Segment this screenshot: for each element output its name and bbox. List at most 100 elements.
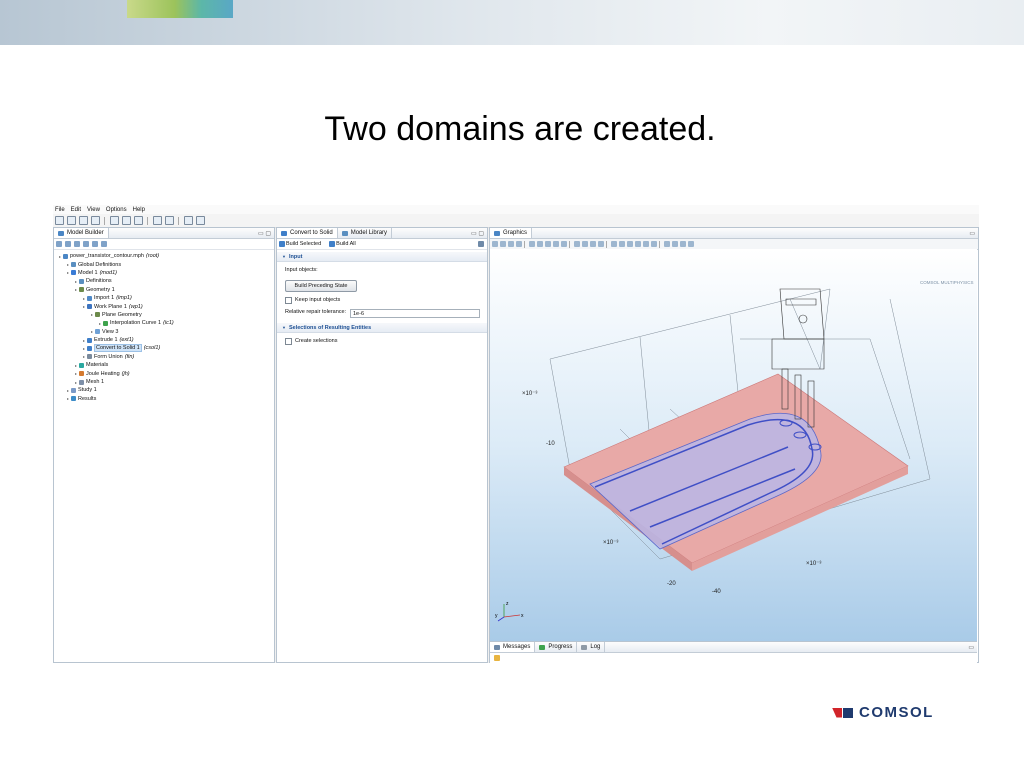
layout-icon[interactable] xyxy=(196,216,205,225)
zoom-selected-icon[interactable] xyxy=(553,241,559,247)
open-file-icon[interactable] xyxy=(67,216,76,225)
camera-icon[interactable] xyxy=(688,241,694,247)
tree-node[interactable]: ▸ Geometry 1 xyxy=(54,286,274,294)
tree-node-icon xyxy=(71,262,76,268)
tree-node[interactable]: ▸ Global Definitions xyxy=(54,260,274,268)
panel-min-max-controls[interactable]: ▭ ▢ xyxy=(258,230,271,237)
tolerance-input[interactable]: 1e-6 xyxy=(350,309,480,318)
wireframe-icon[interactable] xyxy=(619,241,625,247)
rotate-icon[interactable] xyxy=(508,241,514,247)
build-all-icon[interactable] xyxy=(329,241,336,247)
new-file-icon[interactable] xyxy=(55,216,64,225)
tree-node[interactable]: ▸ Joule Heating (jh) xyxy=(54,369,274,377)
axis-icon[interactable] xyxy=(651,241,657,247)
zoom-in-icon[interactable] xyxy=(529,241,535,247)
build-all-button[interactable]: Build All xyxy=(336,241,356,247)
tree-node[interactable]: ▸ Study 1 xyxy=(54,386,274,394)
tree-node-icon xyxy=(79,278,84,284)
tree-node[interactable]: ▸ Model 1 (mod1) xyxy=(54,269,274,277)
render-icon[interactable] xyxy=(635,241,641,247)
pan-icon[interactable] xyxy=(500,241,506,247)
tab-model-builder[interactable]: Model Builder xyxy=(54,228,109,238)
settings-view-icon[interactable] xyxy=(478,241,484,247)
tree-node-label: Extrude 1 xyxy=(94,337,118,344)
tree-node-icon xyxy=(87,345,92,351)
view-axis-icon[interactable] xyxy=(574,241,580,247)
redo-icon[interactable] xyxy=(122,216,131,225)
tree-node[interactable]: ▸ Results xyxy=(54,395,274,403)
tree-node[interactable]: ▸ Materials xyxy=(54,361,274,369)
settings-toolbar: Build Selected Build All xyxy=(277,239,487,250)
comsol-application-window: File Edit View Options Help Model Builde… xyxy=(53,205,979,663)
show-icon[interactable] xyxy=(74,241,80,247)
zoom-out-icon[interactable] xyxy=(537,241,543,247)
pin-icon[interactable] xyxy=(184,216,193,225)
expand-icon[interactable] xyxy=(92,241,98,247)
zoom-extents-icon[interactable] xyxy=(561,241,567,247)
image-snapshot-icon[interactable] xyxy=(680,241,686,247)
view-yz-icon[interactable] xyxy=(590,241,596,247)
box-select-icon[interactable] xyxy=(516,241,522,247)
build-preceding-state-button[interactable]: Build Preceding State xyxy=(285,280,357,292)
create-selections-checkbox[interactable] xyxy=(285,337,292,345)
tree-node[interactable]: ▸ View 3 xyxy=(54,328,274,336)
build-selected-button[interactable]: Build Selected xyxy=(286,241,321,247)
clear-selection-icon[interactable] xyxy=(672,241,678,247)
toolbar-separator xyxy=(569,240,570,248)
section-input[interactable]: ▼ Input xyxy=(277,252,487,262)
comsol-watermark: COMSOL MULTIPHYSICS xyxy=(920,280,974,285)
tree-node-label: Model 1 xyxy=(78,269,98,276)
select-icon[interactable] xyxy=(492,241,498,247)
panel-min-max-controls[interactable]: ▭ ▢ xyxy=(471,230,484,237)
tree-node[interactable]: ▸ Interpolation Curve 1 (ic1) xyxy=(54,319,274,327)
copy-icon[interactable] xyxy=(134,216,143,225)
menu-help[interactable]: Help xyxy=(133,207,145,213)
tab-model-library[interactable]: Model Library xyxy=(338,228,393,238)
keep-input-checkbox[interactable] xyxy=(285,296,292,304)
tree-node[interactable]: ▸ Mesh 1 xyxy=(54,378,274,386)
tree-node[interactable]: ▸ Work Plane 1 (wp1) xyxy=(54,302,274,310)
tab-graphics[interactable]: Graphics xyxy=(490,228,533,238)
tree-node[interactable]: ▸ power_transistor_contour.mph (root) xyxy=(54,252,274,260)
save-icon[interactable] xyxy=(79,216,88,225)
scene-light-icon[interactable] xyxy=(627,241,633,247)
clear-messages-icon[interactable] xyxy=(494,655,500,661)
menu-file[interactable]: File xyxy=(55,207,65,213)
panel-min-max-controls[interactable]: ▭ xyxy=(968,644,974,651)
transparency-icon[interactable] xyxy=(611,241,617,247)
tree-node[interactable]: ▸ Form Union (fin) xyxy=(54,353,274,361)
toolbar-separator xyxy=(659,240,660,248)
tree-node[interactable]: ▸ Extrude 1 (ext1) xyxy=(54,336,274,344)
back-arrow-icon[interactable] xyxy=(56,241,62,247)
sort-icon[interactable] xyxy=(101,241,107,247)
forward-arrow-icon[interactable] xyxy=(65,241,71,247)
panel-min-max-controls[interactable]: ▭ xyxy=(969,230,975,237)
section-selections[interactable]: ▼ Selections of Resulting Entities xyxy=(277,323,487,333)
tree-node[interactable]: ▸ Definitions xyxy=(54,277,274,285)
model-library-icon[interactable] xyxy=(165,216,174,225)
view-zx-icon[interactable] xyxy=(598,241,604,247)
menu-edit[interactable]: Edit xyxy=(71,207,81,213)
tree-node-icon xyxy=(87,337,92,343)
zoom-box-icon[interactable] xyxy=(545,241,551,247)
messages-tabbar: Messages Progress Log ▭ xyxy=(490,642,977,653)
tree-node[interactable]: ▸ Plane Geometry xyxy=(54,311,274,319)
graphics-viewport[interactable]: COMSOL MULTIPHYSICS ×10⁻³ -10 ×10⁻³ ×10⁻… xyxy=(490,249,977,641)
tree-node[interactable]: ▸ Convert to Solid 1 (csol1) xyxy=(54,344,274,353)
tab-convert-to-solid[interactable]: Convert to Solid xyxy=(277,228,338,238)
arrow-select-icon[interactable] xyxy=(664,241,670,247)
tab-log[interactable]: Log xyxy=(577,642,606,652)
menu-view[interactable]: View xyxy=(87,207,100,213)
print-icon[interactable] xyxy=(91,216,100,225)
view-xy-icon[interactable] xyxy=(582,241,588,247)
build-selected-icon[interactable] xyxy=(279,241,285,247)
grid-icon[interactable] xyxy=(643,241,649,247)
tab-messages[interactable]: Messages xyxy=(490,642,536,652)
tab-progress[interactable]: Progress xyxy=(535,642,578,652)
collapse-icon[interactable] xyxy=(83,241,89,247)
tree-node-label: View 3 xyxy=(102,328,119,335)
tree-node[interactable]: ▸ Import 1 (imp1) xyxy=(54,294,274,302)
help-icon[interactable] xyxy=(153,216,162,225)
menu-options[interactable]: Options xyxy=(106,207,127,213)
undo-icon[interactable] xyxy=(110,216,119,225)
